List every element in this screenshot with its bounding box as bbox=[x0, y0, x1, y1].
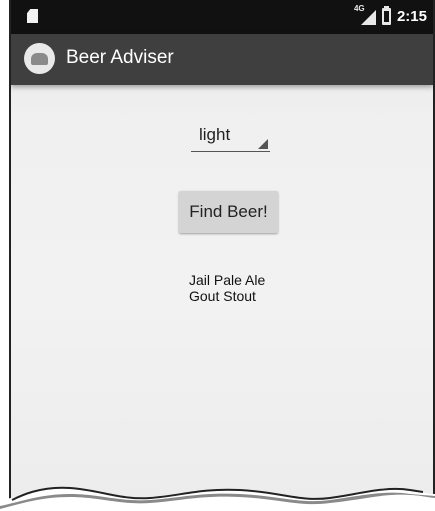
app-title: Beer Adviser bbox=[66, 47, 174, 68]
spinner-selected-value: light bbox=[199, 125, 231, 144]
status-bar: 4G 2:15 bbox=[11, 0, 433, 34]
brand-item: Jail Pale Ale bbox=[189, 272, 266, 288]
signal-icon: 4G bbox=[354, 4, 376, 26]
brands-text: Jail Pale Ale Gout Stout bbox=[189, 272, 265, 304]
status-icons: 4G 2:15 bbox=[354, 4, 427, 26]
torn-paper-edge bbox=[0, 486, 435, 511]
spinner-dropdown-icon bbox=[258, 139, 268, 149]
battery-icon bbox=[381, 5, 391, 25]
find-beer-button[interactable]: Find Beer! bbox=[179, 191, 278, 233]
app-launcher-icon bbox=[24, 43, 55, 74]
phone-screen: 4G 2:15 Beer Adviser light Find Beer! Ja… bbox=[9, 0, 435, 511]
app-bar: Beer Adviser bbox=[11, 34, 433, 85]
beer-color-spinner[interactable]: light bbox=[191, 123, 270, 152]
brand-item: Gout Stout bbox=[189, 288, 256, 304]
status-time: 2:15 bbox=[396, 7, 427, 25]
sd-card-icon bbox=[27, 9, 38, 23]
